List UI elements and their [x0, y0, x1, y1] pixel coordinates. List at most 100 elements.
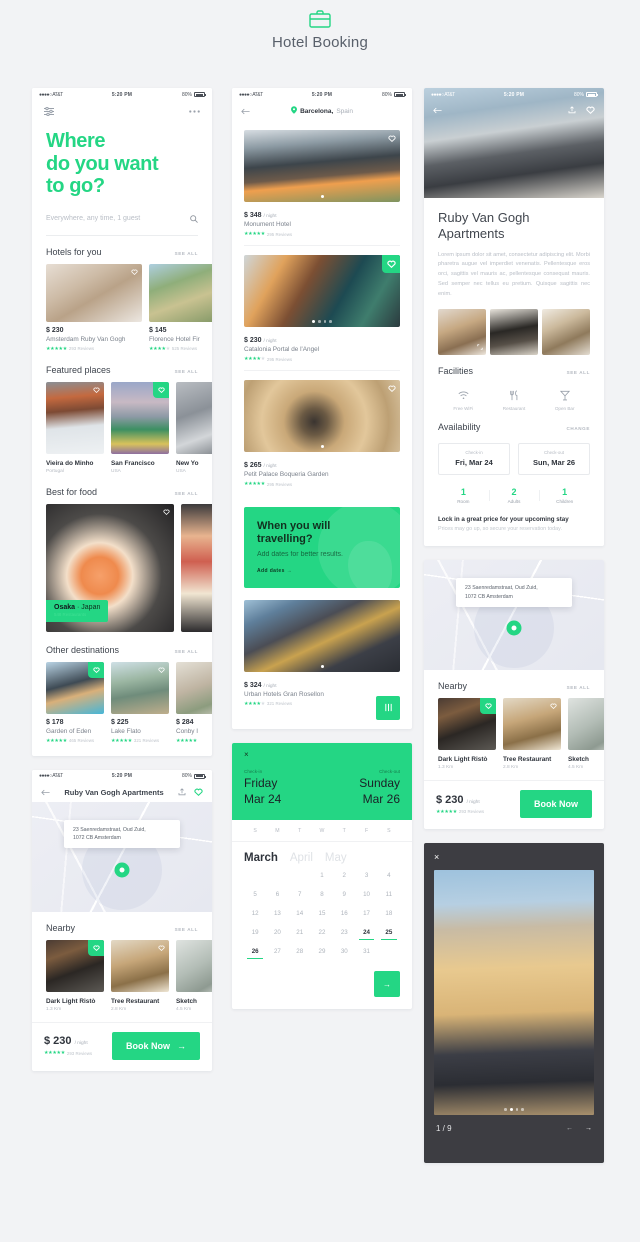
calendar-day[interactable]: 9 — [333, 891, 355, 902]
close-icon[interactable]: × — [434, 853, 594, 862]
favorite-icon[interactable] — [480, 698, 496, 715]
see-all-link[interactable]: SEE ALL — [175, 491, 198, 496]
facility-item[interactable]: Restaurant — [489, 389, 540, 411]
calendar-day[interactable]: 21 — [289, 929, 311, 940]
filter-fab-button[interactable] — [376, 695, 400, 720]
hotel-photo[interactable] — [244, 380, 400, 452]
close-icon[interactable]: × — [244, 750, 400, 759]
place-thumbnail[interactable] — [176, 381, 212, 454]
featured-places-strip[interactable]: Vieira do Minho Portugal San Francisco U… — [32, 381, 212, 476]
calendar-day[interactable] — [289, 872, 311, 883]
hotel-photo[interactable] — [244, 130, 400, 202]
checkout-box[interactable]: Check-out Sun, Mar 26 — [518, 443, 590, 476]
see-all-link[interactable]: SEE ALL — [175, 649, 198, 654]
location-header[interactable]: Barcelona, Spain — [291, 106, 353, 116]
place-card[interactable]: New Yo USA — [176, 381, 212, 474]
book-now-button[interactable]: Book Now → — [112, 1031, 200, 1060]
calendar-day[interactable]: 10 — [355, 891, 377, 902]
hotel-card[interactable]: $ 230 Amsterdam Ruby Van Gogh ★★★★★ 293 … — [46, 263, 142, 352]
share-icon[interactable] — [568, 106, 576, 114]
share-icon[interactable] — [178, 788, 186, 796]
map-view[interactable]: 23 Saenredamstraat, Oud Zuid, 1072 CB Am… — [32, 801, 212, 912]
calendar-day[interactable]: 29 — [311, 948, 333, 959]
destination-card[interactable]: $ 225 Lake Flato ★★★★★ 321 Reviews — [111, 661, 169, 744]
destination-thumbnail[interactable] — [176, 661, 212, 714]
favorite-icon[interactable] — [194, 788, 203, 797]
travel-dates-promo[interactable]: When you will travelling? Add dates for … — [244, 507, 400, 588]
checkout-block[interactable]: Check-out Sunday Mar 26 — [322, 769, 400, 806]
nearby-card[interactable]: Sketch 4.5 Km — [568, 698, 604, 770]
expand-icon[interactable] — [477, 344, 483, 352]
photo-pager[interactable] — [244, 195, 400, 198]
destination-thumbnail[interactable] — [46, 661, 104, 714]
hotel-thumbnail[interactable] — [149, 263, 212, 322]
calendar-day[interactable]: 16 — [333, 910, 355, 921]
other-destinations-strip[interactable]: $ 178 Garden of Eden ★★★★★ 465 Reviews $… — [32, 661, 212, 756]
calendar-day[interactable]: 13 — [266, 910, 288, 921]
best-for-food-strip[interactable]: Osaka · Japan 548 Restaurants — [32, 503, 212, 634]
calendar-day[interactable]: 14 — [289, 910, 311, 921]
calendar-day[interactable]: 31 — [355, 948, 377, 959]
calendar-day[interactable]: 17 — [355, 910, 377, 921]
favorite-icon[interactable] — [382, 255, 400, 273]
destination-card[interactable]: $ 178 Garden of Eden ★★★★★ 465 Reviews — [46, 661, 104, 744]
nearby-thumbnail[interactable] — [176, 939, 212, 992]
destination-card[interactable]: $ 284 Conby I ★★★★★ — [176, 661, 212, 744]
map-address-bubble[interactable]: 23 Saenredamstraat, Oud Zuid, 1072 CB Am… — [456, 578, 572, 608]
calendar-day[interactable] — [378, 948, 400, 959]
food-card[interactable]: Osaka · Japan 548 Restaurants — [46, 503, 174, 632]
destination-thumbnail[interactable] — [111, 661, 169, 714]
back-arrow-icon[interactable] — [241, 108, 250, 115]
map-pin-icon[interactable] — [114, 862, 130, 878]
facility-item[interactable]: Free WiFi — [438, 389, 489, 411]
calendar-day[interactable]: 19 — [244, 929, 266, 940]
place-card[interactable]: San Francisco USA — [111, 381, 169, 474]
gallery-thumb[interactable] — [438, 309, 486, 356]
detail-gallery[interactable] — [424, 299, 604, 356]
favorite-icon[interactable] — [88, 661, 104, 678]
back-arrow-icon[interactable] — [41, 789, 50, 796]
checkin-block[interactable]: Check-in Friday Mar 24 — [244, 769, 322, 806]
month-active[interactable]: March — [244, 852, 278, 864]
gallery-thumb[interactable] — [542, 309, 590, 356]
hotel-list-item[interactable]: $ 230 / night Catalonia Portal de l'Ange… — [232, 255, 412, 371]
change-dates-link[interactable]: CHANGE — [566, 426, 590, 431]
hotel-list-item[interactable]: $ 348 / night Monument Hotel ★★★★★ 295 R… — [232, 130, 412, 246]
hotel-thumbnail[interactable] — [46, 263, 142, 322]
nearby-thumbnail[interactable] — [568, 698, 604, 751]
nearby-thumbnail[interactable] — [438, 698, 496, 751]
calendar-grid[interactable]: 1 2 3 4 5 6 7 8 9 10 11 12 13 14 15 16 1… — [232, 872, 412, 969]
food-thumbnail[interactable] — [181, 503, 212, 632]
calendar-day[interactable]: 12 — [244, 910, 266, 921]
calendar-day[interactable]: 4 — [378, 872, 400, 883]
see-all-link[interactable]: SEE ALL — [567, 685, 590, 690]
search-field[interactable]: Everywhere, any time, 1 guest — [46, 210, 198, 236]
place-thumbnail[interactable] — [46, 381, 104, 454]
counter-adults[interactable]: 2 Adults — [488, 487, 540, 504]
nearby-card[interactable]: Tree Restaurant 2.8 Km — [111, 939, 169, 1012]
back-arrow-icon[interactable] — [433, 107, 442, 114]
map-address-bubble[interactable]: 23 Saenredamstraat, Oud Zuid, 1072 CB Am… — [64, 819, 180, 849]
see-all-link[interactable]: SEE ALL — [175, 251, 198, 256]
see-all-link[interactable]: SEE ALL — [175, 927, 198, 932]
calendar-day-selected[interactable]: 26 — [244, 948, 266, 960]
next-arrow-icon[interactable]: → — [585, 1125, 592, 1132]
map-pin-icon[interactable] — [506, 620, 522, 636]
photo-pager[interactable] — [244, 320, 400, 323]
calendar-day[interactable]: 20 — [266, 929, 288, 940]
detail-hero-photo[interactable]: ●●●●○ AT&T 5:20 PM 80% — [424, 88, 604, 198]
favorite-icon[interactable] — [384, 130, 400, 146]
hotel-card[interactable]: $ 145 Florence Hotel Fir ★★★★★ 525 Revie… — [149, 263, 212, 352]
book-now-button[interactable]: Book Now — [520, 790, 592, 819]
calendar-day[interactable] — [244, 872, 266, 883]
calendar-day[interactable]: 28 — [289, 948, 311, 959]
lightbox-nav[interactable]: ← → — [566, 1125, 592, 1132]
photo-pager[interactable] — [244, 445, 400, 448]
lightbox-photo[interactable] — [434, 870, 594, 1116]
calendar-day[interactable]: 27 — [266, 948, 288, 959]
calendar-day[interactable]: 30 — [333, 948, 355, 959]
calendar-day[interactable]: 18 — [378, 910, 400, 921]
calendar-day[interactable]: 6 — [266, 891, 288, 902]
food-card[interactable] — [181, 503, 212, 632]
favorite-icon[interactable] — [153, 381, 169, 398]
